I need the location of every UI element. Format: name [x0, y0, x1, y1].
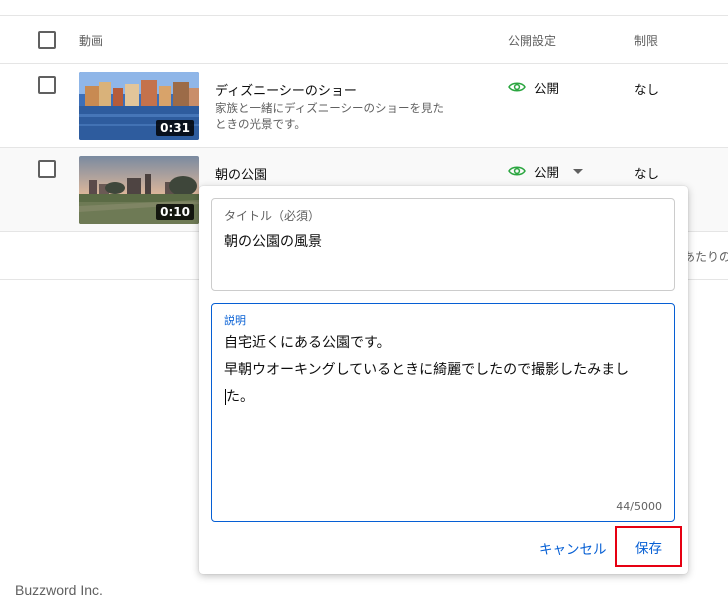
description-line: 早朝ウオーキングしているときに綺麗でしたので撮影したみまし [224, 362, 630, 378]
video-duration: 0:31 [156, 120, 194, 136]
table-header: 動画 公開設定 制限 [0, 16, 728, 64]
table-row[interactable]: 0:31 ディズニーシーのショー 家族と一緒にディズニーシーのショーを見た とき… [0, 64, 728, 148]
visibility-label: 公開 [534, 80, 560, 96]
restriction-value: なし [634, 166, 660, 181]
title-field[interactable]: タイトル（必須） 朝の公園の風景 [211, 198, 675, 291]
eye-icon [508, 82, 526, 92]
select-all-checkbox[interactable] [38, 31, 56, 49]
cancel-button[interactable]: キャンセル [539, 538, 607, 558]
video-column-header: 動画 [79, 34, 104, 48]
save-button[interactable]: 保存 [615, 526, 682, 567]
visibility-label: 公開 [534, 164, 560, 180]
description-line: 自宅近くにある公園です。 [224, 335, 391, 351]
visibility-column-header[interactable]: 公開設定 [508, 32, 556, 49]
description-line: た。 [226, 389, 254, 405]
description-input[interactable]: 自宅近くにある公園です。 早朝ウオーキングしているときに綺麗でしたので撮影したみ… [224, 330, 674, 411]
dropdown-arrow-icon[interactable] [573, 168, 584, 174]
video-description-line: 家族と一緒にディズニーシーのショーを見た [215, 101, 444, 115]
character-counter: 44/5000 [616, 500, 662, 513]
video-description-line: ときの光景です。 [215, 117, 306, 131]
video-description: 家族と一緒にディズニーシーのショーを見た ときの光景です。 [215, 100, 465, 132]
video-title[interactable]: 朝の公園 [215, 164, 267, 183]
row-checkbox[interactable] [38, 160, 56, 178]
video-duration: 0:10 [156, 204, 194, 220]
description-field[interactable]: 説明 自宅近くにある公園です。 早朝ウオーキングしているときに綺麗でしたので撮影… [211, 303, 675, 522]
title-field-label: タイトル（必須） [224, 209, 321, 223]
eye-icon [508, 166, 526, 176]
restriction-value: なし [634, 82, 660, 97]
visibility-status[interactable]: 公開 [508, 78, 559, 96]
truncated-text: あたりの [683, 250, 728, 264]
edit-details-popup: タイトル（必須） 朝の公園の風景 説明 自宅近くにある公園です。 早朝ウオーキン… [199, 186, 688, 574]
video-title[interactable]: ディズニーシーのショー [215, 80, 357, 99]
title-input[interactable]: 朝の公園の風景 [224, 229, 322, 255]
row-checkbox[interactable] [38, 76, 56, 94]
description-line-last: た。 [224, 384, 674, 411]
company-name: Buzzword Inc. [15, 582, 103, 598]
visibility-status[interactable]: 公開 [508, 162, 584, 180]
video-thumbnail[interactable]: 0:31 [79, 72, 199, 140]
restriction-column-header[interactable]: 制限 [634, 32, 658, 49]
video-thumbnail[interactable]: 0:10 [79, 156, 199, 224]
description-field-label: 説明 [224, 314, 246, 327]
